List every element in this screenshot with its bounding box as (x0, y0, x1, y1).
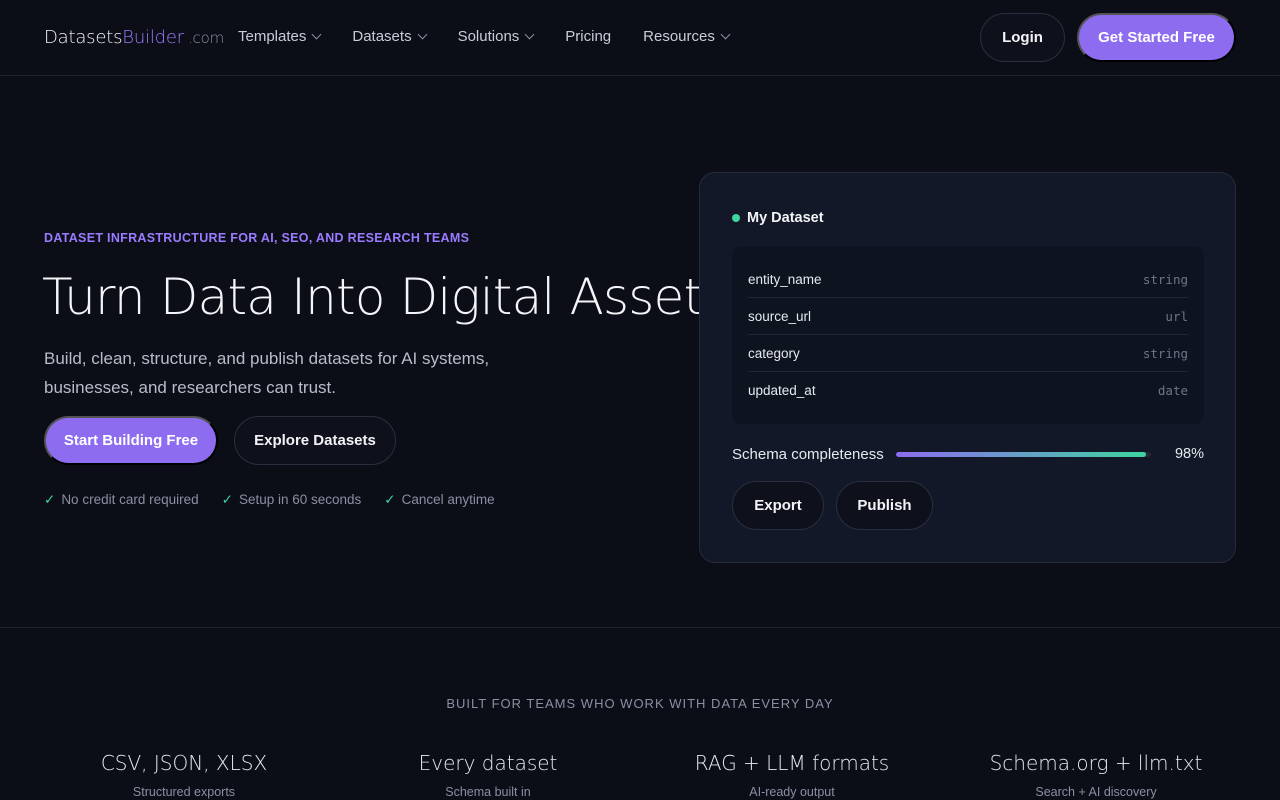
completeness-bar (895, 451, 1151, 457)
field-type: url (1165, 308, 1188, 324)
feature-item: Every dataset Schema built in (368, 751, 608, 799)
nav-item-pricing[interactable]: Pricing (565, 28, 611, 45)
top-nav: DatasetsBuilder .com Templates Datasets S… (0, 0, 1280, 76)
feature-subtitle: Structured exports (132, 785, 236, 799)
feature-subtitle: AI-ready output (749, 785, 835, 799)
nav-item-templates[interactable]: Templates (238, 28, 322, 45)
get-started-button[interactable]: Get Started Free (1077, 13, 1236, 62)
feature-title: Schema.org + llm.txt (989, 751, 1203, 775)
feature-item: CSV, JSON, XLSX Structured exports (64, 751, 304, 799)
field-name: updated_at (748, 383, 816, 398)
start-building-button[interactable]: Start Building Free (44, 416, 218, 465)
field-name: entity_name (748, 271, 822, 287)
perk-text: Setup in 60 seconds (238, 492, 362, 507)
nav-item-label: Templates (238, 28, 307, 45)
dataset-preview-card: My Dataset entity_name string source_url… (699, 172, 1236, 563)
perk-text: No credit card required (61, 492, 199, 507)
chevron-down-icon (311, 29, 322, 40)
explore-datasets-button[interactable]: Explore Datasets (234, 416, 396, 465)
nav-item-label: Datasets (352, 28, 412, 45)
feature-title: Every dataset (418, 751, 558, 775)
section-divider (0, 627, 1280, 628)
teams-heading: BUILT FOR TEAMS WHO WORK WITH DATA EVERY… (446, 696, 834, 711)
feature-subtitle: Schema built in (445, 785, 531, 799)
feature-item: Schema.org + llm.txt Search + AI discove… (976, 751, 1216, 799)
completeness-value: 98% (1174, 446, 1204, 462)
main-menu: Templates Datasets Solutions Pricing Res… (238, 28, 761, 45)
hero-headline: Turn Data Into Digital Assets (42, 268, 728, 326)
site-logo[interactable]: DatasetsBuilder .com (44, 27, 224, 48)
nav-item-datasets[interactable]: Datasets (352, 28, 428, 45)
logo-main: Datasets (44, 27, 123, 48)
field-name: category (748, 345, 800, 361)
feature-title: RAG + LLM formats (694, 751, 890, 775)
nav-item-label: Pricing (565, 28, 612, 45)
export-button[interactable]: Export (732, 481, 824, 530)
hero-eyebrow: DATASET INFRASTRUCTURE FOR AI, SEO, AND … (44, 231, 470, 245)
feature-item: RAG + LLM formats AI-ready output (672, 751, 912, 799)
perk-item: ✓ Cancel anytime (384, 492, 494, 508)
field-type: date (1157, 383, 1188, 398)
perks-list: ✓ No credit card required ✓ Setup in 60 se… (44, 492, 518, 508)
card-title-text: My Dataset (747, 210, 824, 226)
completeness-label: Schema completeness (732, 445, 884, 463)
nav-item-resources[interactable]: Resources (643, 28, 731, 45)
schema-row: updated_at date (748, 372, 1188, 409)
schema-completeness: Schema completeness 98% (732, 443, 1204, 465)
login-button[interactable]: Login (980, 13, 1065, 62)
check-icon: ✓ (221, 492, 233, 507)
perk-text: Cancel anytime (401, 492, 495, 507)
chevron-down-icon (720, 29, 731, 40)
card-title: My Dataset (732, 210, 824, 226)
completeness-bar-fill (895, 451, 1146, 457)
hero-subcopy: Build, clean, structure, and publish dat… (44, 349, 490, 397)
perk-item: ✓ Setup in 60 seconds (222, 492, 362, 508)
nav-item-label: Solutions (457, 28, 520, 45)
logo-accent: Builder (122, 27, 184, 48)
publish-button[interactable]: Publish (836, 481, 933, 530)
field-type: string (1142, 271, 1188, 287)
feature-subtitle: Search + AI discovery (1035, 785, 1157, 799)
schema-table: entity_name string source_url url catego… (732, 246, 1204, 424)
logo-tld: .com (187, 29, 224, 47)
chevron-down-icon (524, 29, 535, 40)
schema-row: source_url url (748, 298, 1188, 335)
field-name: source_url (748, 308, 812, 324)
schema-row: entity_name string (748, 261, 1188, 298)
feature-title: CSV, JSON, XLSX (100, 751, 268, 775)
check-icon: ✓ (44, 492, 56, 507)
field-type: string (1142, 345, 1188, 361)
check-icon: ✓ (384, 492, 396, 507)
status-dot-icon (732, 214, 740, 222)
schema-row: category string (748, 335, 1188, 372)
perk-item: ✓ No credit card required (44, 492, 199, 508)
nav-item-solutions[interactable]: Solutions (457, 28, 535, 45)
nav-item-label: Resources (643, 28, 715, 45)
chevron-down-icon (417, 29, 428, 40)
